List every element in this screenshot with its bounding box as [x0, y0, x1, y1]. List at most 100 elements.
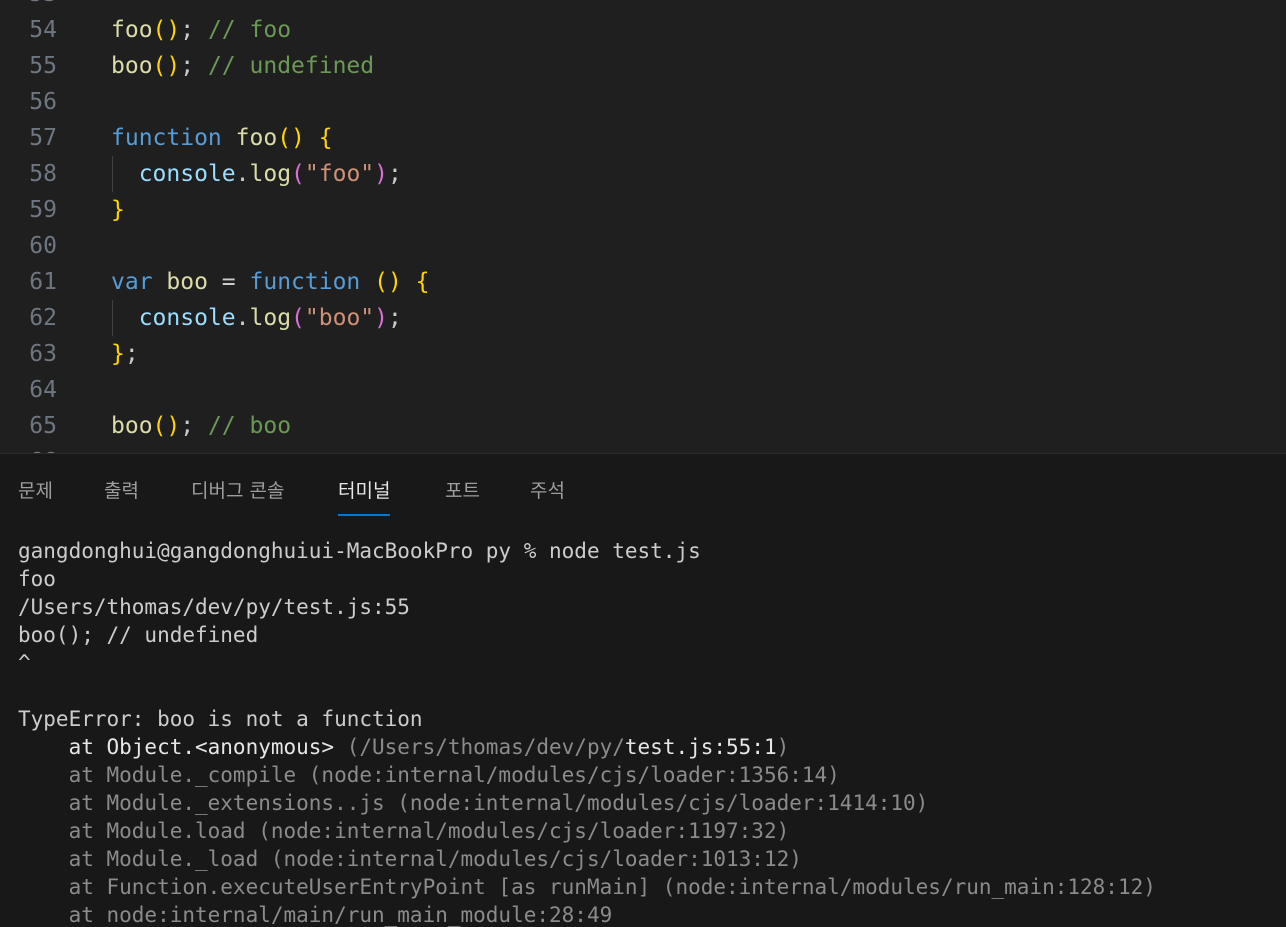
code-line[interactable]: 63}; — [0, 336, 1286, 372]
code-token: ) — [374, 305, 389, 331]
code-text: }; — [111, 336, 139, 372]
code-token: ; — [388, 305, 402, 331]
terminal-line: at Module._extensions..js (node:internal… — [18, 791, 929, 815]
line-number: 64 — [29, 377, 57, 403]
line-number: 56 — [29, 89, 57, 115]
line-number: 58 — [29, 161, 57, 187]
bottom-panel: 문제 출력 디버그 콘솔 터미널 포트 주석 gangdonghui@gangdonghu… — [0, 453, 1286, 927]
code-text: function foo() { — [111, 120, 333, 156]
code-token: ) — [374, 161, 389, 187]
code-token: function — [111, 125, 222, 151]
tab-label: 출력 — [104, 480, 139, 502]
code-token: console — [138, 305, 236, 331]
code-token: // undefined — [207, 53, 375, 79]
code-line[interactable]: 66 — [0, 444, 1286, 453]
code-token: . — [235, 305, 250, 331]
code-token: } — [111, 197, 125, 223]
terminal-text: (/Users/thomas/dev/py/ — [346, 735, 625, 759]
code-line[interactable]: 62 console.log("boo"); — [0, 300, 1286, 336]
code-token: . — [235, 161, 250, 187]
code-text: boo(); // undefined — [111, 48, 374, 84]
panel-tabs: 문제 출력 디버그 콘솔 터미널 포트 주석 — [0, 454, 1286, 518]
terminal-output[interactable]: gangdonghui@gangdonghuiui-MacBookPro py … — [18, 537, 1286, 927]
code-token: log — [249, 161, 292, 187]
code-token: } — [111, 341, 125, 367]
terminal-line: at Module._compile (node:internal/module… — [18, 763, 840, 787]
code-line[interactable]: 56 — [0, 84, 1286, 120]
line-number: 66 — [0, 444, 57, 453]
code-line[interactable]: 59} — [0, 192, 1286, 228]
code-token: "boo" — [304, 305, 375, 331]
code-token: "foo" — [304, 161, 375, 187]
terminal-line: at node:internal/main/run_main_module:28… — [18, 903, 613, 927]
code-token: var — [111, 269, 153, 295]
code-text: foo(); // foo — [111, 12, 291, 48]
tab-panel-5[interactable]: 주석 — [530, 476, 565, 516]
line-number: 65 — [29, 413, 57, 439]
terminal-text: test.js:55:1 — [624, 735, 777, 759]
code-line[interactable]: 55 boo(); // undefined — [0, 48, 1286, 84]
line-number: 53 — [0, 0, 57, 12]
code-text: var boo = function () { — [111, 264, 430, 300]
code-token: boo — [166, 269, 208, 295]
line-number: 55 — [29, 53, 57, 79]
line-number: 61 — [29, 269, 57, 295]
code-token: ; — [180, 17, 208, 43]
code-token: boo — [111, 53, 153, 79]
code-token: // foo — [207, 17, 292, 43]
tab-panel-2[interactable]: 디버그 콘솔 — [191, 476, 284, 516]
tab-panel-4[interactable]: 포트 — [445, 476, 480, 516]
code-token: // boo — [207, 413, 292, 439]
code-line[interactable]: 53 — [0, 0, 1286, 12]
code-token: () { — [277, 125, 333, 151]
code-text: console.log("boo"); — [111, 300, 402, 336]
code-line[interactable]: 65 boo(); // boo — [0, 408, 1286, 444]
tab-label: 주석 — [530, 480, 565, 502]
code-token: ; — [180, 53, 208, 79]
code-line[interactable]: 60 — [0, 228, 1286, 264]
tab-terminal[interactable]: 터미널 — [338, 476, 391, 516]
terminal-line: foo — [18, 567, 56, 591]
tab-label: 포트 — [445, 480, 480, 502]
code-line[interactable]: 61 var boo = function () { — [0, 264, 1286, 300]
code-token: function — [249, 269, 361, 295]
line-number: 57 — [29, 125, 57, 151]
terminal-line: at Object.<anonymous> (/Users/thomas/dev… — [18, 733, 1286, 761]
terminal-line: at Module.load (node:internal/modules/cj… — [18, 819, 790, 843]
line-number: 59 — [29, 197, 57, 223]
code-token: foo — [111, 17, 153, 43]
terminal-text: ) — [776, 735, 790, 759]
tab-panel-1[interactable]: 출력 — [104, 476, 139, 516]
code-text: console.log("foo"); — [111, 156, 402, 192]
code-line[interactable]: 57 function foo() { — [0, 120, 1286, 156]
tab-panel-0[interactable]: 문제 — [18, 476, 53, 516]
terminal-line: gangdonghui@gangdonghuiui-MacBookPro py … — [18, 539, 701, 563]
terminal-line: at Function.executeUserEntryPoint [as ru… — [18, 875, 1156, 899]
code-token: = — [207, 269, 250, 295]
code-token: ; — [180, 413, 208, 439]
code-token: boo — [111, 413, 153, 439]
line-number: 60 — [29, 233, 57, 259]
active-tab-indicator — [338, 514, 391, 516]
line-number: 63 — [29, 341, 57, 367]
code-token: log — [249, 305, 292, 331]
code-line[interactable]: 54 foo(); // foo — [0, 12, 1286, 48]
tab-label: 디버그 콘솔 — [191, 480, 285, 502]
terminal-line: boo(); // undefined — [18, 623, 259, 647]
code-editor[interactable]: 5354foo(); // foo55boo(); // undefined56… — [0, 0, 1286, 453]
code-token: foo — [235, 125, 278, 151]
code-line[interactable]: 58 console.log("foo"); — [0, 156, 1286, 192]
code-token: () — [152, 53, 181, 79]
code-token: () — [152, 17, 181, 43]
code-token: () { — [374, 269, 430, 295]
code-token: ( — [291, 161, 305, 187]
code-line[interactable]: 64 — [0, 372, 1286, 408]
terminal-line: TypeError: boo is not a function — [18, 707, 423, 731]
code-token: () — [152, 413, 181, 439]
tab-label: 문제 — [18, 480, 53, 502]
